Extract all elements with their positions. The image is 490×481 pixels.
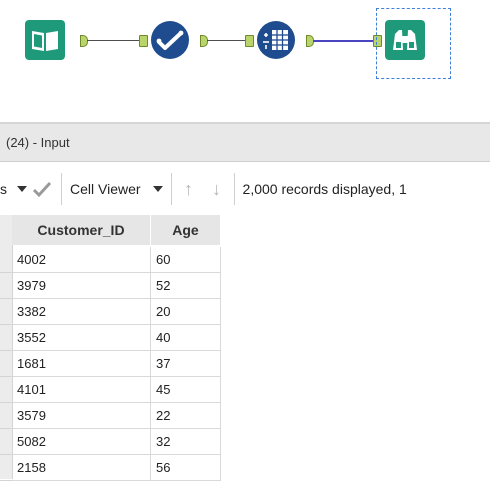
column-header-customer-id[interactable]: Customer_ID: [12, 215, 151, 245]
output-anchor[interactable]: [200, 35, 208, 47]
row-header-cell[interactable]: [0, 325, 12, 351]
cell-customer-id[interactable]: 4002: [12, 247, 151, 273]
connection-line[interactable]: [207, 40, 245, 41]
input-data-tool[interactable]: [25, 20, 65, 60]
checkmark-icon[interactable]: [31, 180, 53, 198]
cell-customer-id[interactable]: 3552: [12, 325, 151, 351]
row-header-cell[interactable]: [0, 299, 12, 325]
cell-customer-id[interactable]: 1681: [12, 351, 151, 377]
cell-customer-id[interactable]: 5082: [12, 429, 151, 455]
fields-dropdown-label: s: [0, 181, 7, 197]
input-anchor[interactable]: [245, 35, 254, 47]
results-title: (24) - Input: [6, 135, 70, 150]
chevron-down-icon: [152, 186, 163, 192]
workflow-canvas[interactable]: [0, 0, 490, 122]
toolbar-divider: [233, 173, 235, 205]
fields-dropdown[interactable]: s: [0, 173, 53, 205]
open-book-icon: [25, 20, 65, 60]
cell-age[interactable]: 56: [151, 455, 221, 481]
selected-connection-line[interactable]: [313, 40, 374, 42]
cell-customer-id[interactable]: 3382: [12, 299, 151, 325]
toolbar-divider: [170, 173, 172, 205]
cell-viewer-dropdown[interactable]: Cell Viewer: [70, 173, 163, 205]
sort-controls: ↑ ↓: [180, 173, 226, 205]
records-status: 2,000 records displayed, 1: [243, 173, 407, 205]
cell-customer-id[interactable]: 3579: [12, 403, 151, 429]
arrow-up-icon[interactable]: ↑: [180, 179, 198, 200]
cell-age[interactable]: 22: [151, 403, 221, 429]
results-toolbar: s Cell Viewer ↑ ↓ 2,000 records displaye…: [0, 163, 490, 216]
cell-customer-id[interactable]: 3979: [12, 273, 151, 299]
results-panel-header: (24) - Input: [0, 124, 490, 162]
row-header-cell[interactable]: [0, 429, 12, 455]
column-header-label: Customer_ID: [37, 222, 125, 238]
formula-grid-icon: [257, 21, 295, 59]
cell-age[interactable]: 45: [151, 377, 221, 403]
checkmark-icon: [151, 21, 189, 59]
row-header-cell[interactable]: [0, 377, 12, 403]
cell-viewer-label: Cell Viewer: [70, 181, 141, 197]
column-header-age[interactable]: Age: [151, 215, 221, 245]
row-header-cell[interactable]: [0, 247, 12, 273]
row-header-cell[interactable]: [0, 273, 12, 299]
cell-age[interactable]: 60: [151, 247, 221, 273]
arrow-down-icon[interactable]: ↓: [208, 179, 226, 200]
cell-age[interactable]: 32: [151, 429, 221, 455]
output-anchor[interactable]: [80, 35, 88, 47]
cell-age[interactable]: 37: [151, 351, 221, 377]
cell-customer-id[interactable]: 2158: [12, 455, 151, 481]
browse-tool[interactable]: [385, 20, 425, 60]
records-status-text: 2,000 records displayed, 1: [242, 181, 407, 197]
row-header-cell[interactable]: [0, 351, 12, 377]
select-tool[interactable]: [150, 20, 190, 60]
column-header-label: Age: [172, 222, 199, 238]
toolbar-divider: [61, 173, 62, 205]
row-header-cell[interactable]: [0, 403, 12, 429]
cell-age[interactable]: 40: [151, 325, 221, 351]
cell-age[interactable]: 20: [151, 299, 221, 325]
input-anchor[interactable]: [139, 35, 148, 47]
row-header-cell[interactable]: [0, 455, 12, 481]
cell-customer-id[interactable]: 4101: [12, 377, 151, 403]
formula-tool[interactable]: [256, 20, 296, 60]
chevron-down-icon: [17, 186, 27, 192]
binoculars-icon: [385, 20, 425, 60]
results-grid[interactable]: Customer_ID Age 4002 60 3979 52 3382 20 3552 40…: [0, 215, 490, 481]
connection-line[interactable]: [87, 40, 139, 41]
cell-age[interactable]: 52: [151, 273, 221, 299]
